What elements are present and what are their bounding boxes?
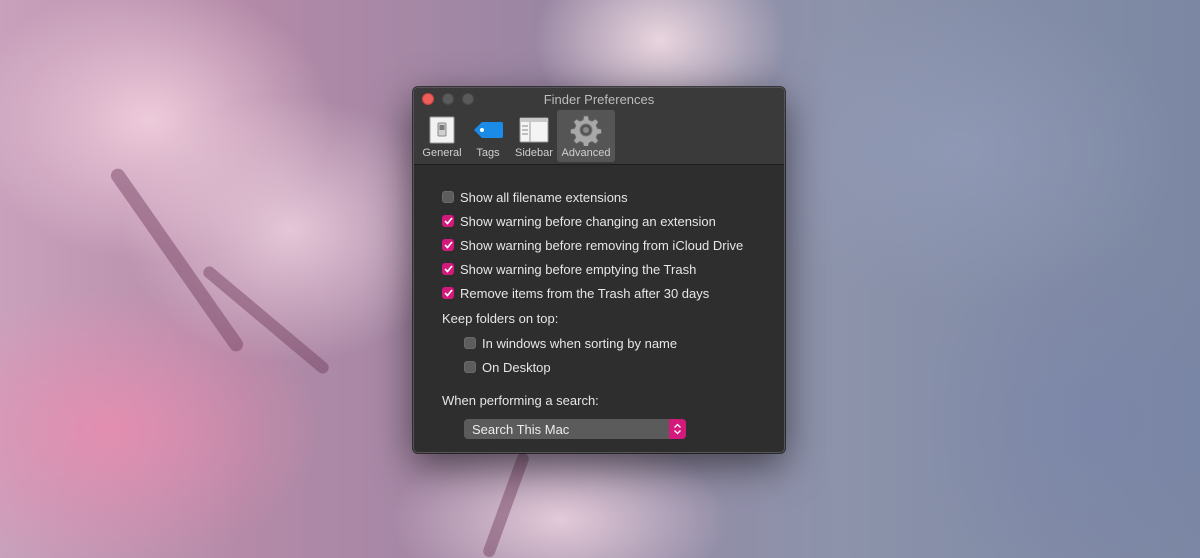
checkmark-icon (443, 241, 453, 249)
option-label: Show warning before changing an extensio… (460, 213, 716, 229)
checkmark-icon (443, 217, 453, 225)
option-folders-top-desktop[interactable]: On Desktop (442, 355, 784, 379)
checkbox[interactable] (442, 263, 454, 275)
option-label: Show all filename extensions (460, 189, 628, 205)
tab-advanced-label: Advanced (561, 147, 611, 159)
tab-sidebar[interactable]: Sidebar (511, 110, 557, 162)
search-heading: When performing a search: (442, 392, 599, 408)
search-scope-select[interactable]: Search This Mac (464, 419, 686, 439)
option-label: Remove items from the Trash after 30 day… (460, 285, 710, 301)
sidebar-icon (519, 115, 549, 145)
option-label: Show warning before emptying the Trash (460, 261, 697, 277)
option-show-extensions[interactable]: Show all filename extensions (442, 185, 784, 209)
checkbox[interactable] (442, 239, 454, 251)
general-switch-icon (429, 115, 455, 145)
checkbox[interactable] (442, 191, 454, 203)
tab-sidebar-label: Sidebar (515, 147, 553, 159)
checkbox[interactable] (442, 215, 454, 227)
option-warn-change-extension[interactable]: Show warning before changing an extensio… (442, 209, 784, 233)
option-remove-trash-30-days[interactable]: Remove items from the Trash after 30 day… (442, 281, 784, 305)
checkmark-icon (443, 289, 453, 297)
option-label: Show warning before removing from iCloud… (460, 237, 744, 253)
tab-tags-label: Tags (476, 147, 500, 159)
tab-tags[interactable]: Tags (465, 110, 511, 162)
checkbox[interactable] (464, 337, 476, 349)
option-folders-top-windows[interactable]: In windows when sorting by name (442, 331, 784, 355)
tab-advanced[interactable]: Advanced (557, 110, 615, 162)
tab-general[interactable]: General (419, 110, 465, 162)
checkmark-icon (443, 265, 453, 273)
updown-arrows-icon (669, 419, 686, 439)
option-warn-empty-trash[interactable]: Show warning before emptying the Trash (442, 257, 784, 281)
window-title: Finder Preferences (543, 92, 655, 107)
checkbox[interactable] (442, 287, 454, 299)
option-label: In windows when sorting by name (482, 335, 678, 351)
option-label: On Desktop (482, 359, 551, 375)
folders-heading: Keep folders on top: (442, 310, 559, 326)
gear-icon (570, 115, 602, 146)
tab-general-label: General (422, 147, 462, 159)
tag-icon (472, 115, 504, 145)
advanced-pane: Show all filename extensions Show warnin… (414, 165, 784, 439)
checkbox[interactable] (464, 361, 476, 373)
option-warn-icloud-remove[interactable]: Show warning before removing from iCloud… (442, 233, 784, 257)
preferences-toolbar: General Tags Sidebar Advanced (419, 110, 615, 162)
search-scope-value: Search This Mac (472, 421, 570, 437)
titlebar: Finder Preferences General Tags Sidebar … (414, 88, 784, 165)
finder-preferences-window: Finder Preferences General Tags Sidebar … (413, 87, 785, 453)
